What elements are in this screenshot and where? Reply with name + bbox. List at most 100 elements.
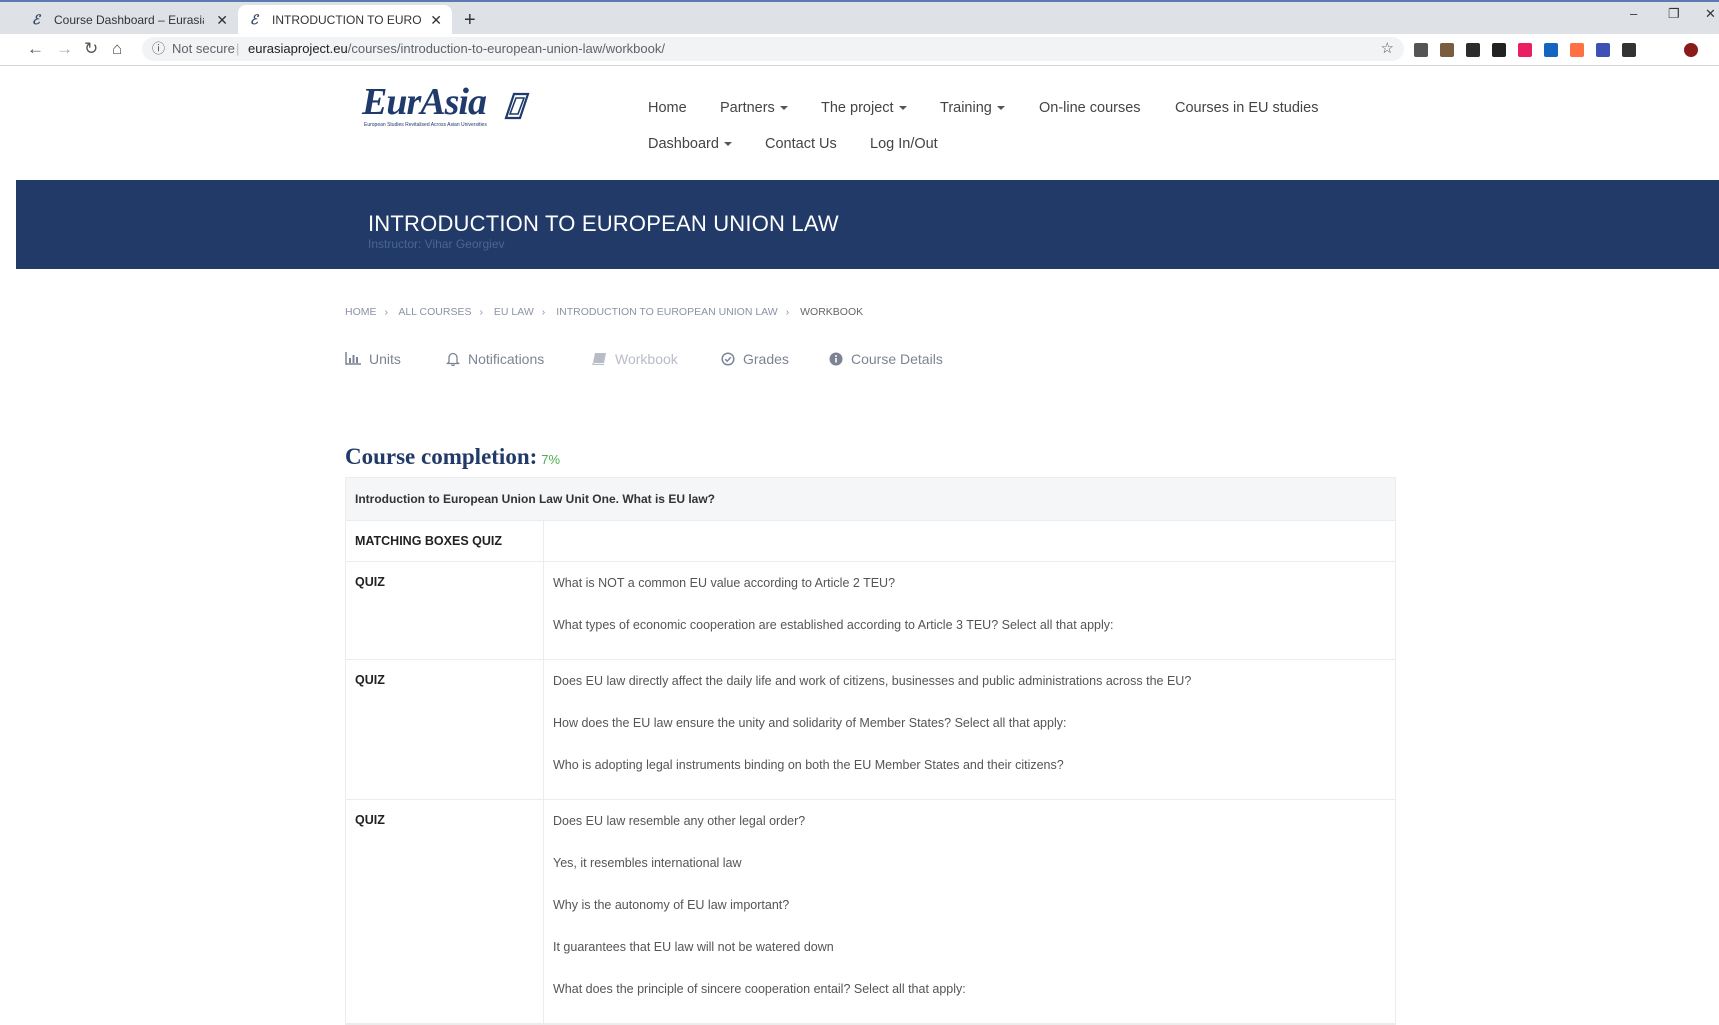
tab-course-details[interactable]: Course Details (829, 351, 943, 367)
notes-icon[interactable] (1622, 43, 1636, 57)
activity-type: QUIZ (346, 800, 544, 1023)
keyboard-icon[interactable] (1466, 43, 1480, 57)
tool-icon[interactable] (1440, 43, 1454, 57)
breadcrumb-eu-law[interactable]: EU LAW (494, 306, 534, 318)
wordpress-icon[interactable] (1414, 43, 1428, 57)
question-item: What types of economic cooperation are e… (553, 618, 1114, 632)
nav-label: The project (821, 100, 894, 116)
table-row: MATCHING BOXES QUIZ (346, 521, 1395, 562)
course-title: INTRODUCTION TO EUROPEAN UNION LAW (368, 211, 839, 236)
office-icon[interactable] (1570, 43, 1584, 57)
breadcrumb-home[interactable]: HOME (345, 306, 377, 318)
breadcrumb-chevron-icon: › (479, 306, 483, 318)
breadcrumb-chevron-icon: › (541, 306, 546, 318)
eurasia-logo[interactable]: EurAsia European Studies Revitalised Acr… (362, 81, 537, 130)
nav-label: Contact Us (765, 136, 837, 152)
nav-label: Partners (720, 100, 775, 116)
logo-subtitle: European Studies Revitalised Across Asia… (364, 122, 487, 128)
forward-arrow-icon[interactable]: → (56, 38, 73, 60)
nav-item-training[interactable]: Training (940, 100, 1005, 116)
home-icon[interactable]: ⌂ (112, 38, 122, 60)
tab-label: Workbook (615, 351, 678, 367)
not-secure-label: Not secure (172, 41, 235, 56)
activity-type: QUIZ (346, 660, 544, 799)
breadcrumb-chevron-icon: › (785, 306, 790, 318)
url-path: /courses/introduction-to-european-union-… (347, 41, 665, 56)
url-input[interactable]: ⓘ Not secure | eurasiaproject.eu/courses… (142, 37, 1404, 61)
question-item: What is NOT a common EU value according … (553, 576, 896, 590)
tab-label: Notifications (468, 351, 545, 367)
screenshot-icon[interactable] (1544, 43, 1558, 57)
completion-label: Course completion: (345, 444, 538, 469)
caret-down-icon (898, 106, 907, 111)
question-list (544, 521, 1395, 561)
nav-label: Training (940, 100, 992, 116)
workbook-rows: MATCHING BOXES QUIZ QUIZ What is NOT a com… (346, 521, 1395, 1024)
nav-item-the-project[interactable]: The project (821, 100, 907, 116)
restore-window-button[interactable]: ❐ (1668, 6, 1680, 22)
browser-tab-title: INTRODUCTION TO EUROPEAN (272, 13, 422, 27)
question-item: Who is adopting legal instruments bindin… (553, 758, 1064, 772)
info-icon[interactable]: ⓘ (152, 37, 165, 61)
nav-item-dashboard[interactable]: Dashboard (648, 136, 732, 152)
tab-notifications[interactable]: Notifications (445, 351, 545, 367)
table-row: QUIZ Does EU law resemble any other legal… (346, 800, 1395, 1024)
nav-label: Dashboard (648, 136, 719, 152)
nav-label: Log In/Out (870, 136, 938, 152)
reload-icon[interactable]: ↻ (84, 38, 98, 60)
extension-icon[interactable] (1596, 43, 1610, 57)
profile-avatar-icon[interactable] (1684, 43, 1698, 57)
logo-text: EurAsia (362, 81, 487, 123)
logo-mark-icon (504, 92, 530, 120)
url-separator: | (236, 41, 240, 56)
question-item: Yes, it resembles international law (553, 856, 742, 870)
bar-chart-icon (345, 351, 361, 367)
question-item: Why is the autonomy of EU law important? (553, 898, 790, 912)
tab-units[interactable]: Units (345, 351, 401, 367)
address-bar-row: ← → ↻ ⌂ ⓘ Not secure | eurasiaproject.eu… (0, 34, 1719, 66)
question-list: What is NOT a common EU value according … (544, 562, 1395, 659)
nav-item-courses-eu-studies[interactable]: Courses in EU studies (1175, 100, 1318, 116)
notion-icon[interactable] (1492, 43, 1506, 57)
question-item: It guarantees that EU law will not be wa… (553, 940, 834, 954)
breadcrumb-course[interactable]: INTRODUCTION TO EUROPEAN UNION LAW (556, 306, 778, 318)
browser-tab-title: Course Dashboard – Eurasia (54, 13, 204, 27)
question-item: How does the EU law ensure the unity and… (553, 716, 1067, 730)
nav-label: Home (648, 100, 687, 116)
unit-title-row: Introduction to European Union Law Unit … (346, 478, 1395, 521)
nav-label: On-line courses (1039, 100, 1141, 116)
tab-grades[interactable]: Grades (721, 351, 789, 367)
close-tab-icon[interactable]: ✕ (430, 5, 442, 36)
counter-icon[interactable] (1518, 43, 1532, 57)
close-window-button[interactable]: ✕ (1705, 6, 1716, 22)
minimize-window-button[interactable]: – (1630, 6, 1637, 21)
browser-tab-introduction[interactable]: ℰ INTRODUCTION TO EUROPEAN ✕ (238, 5, 452, 36)
nav-item-home[interactable]: Home (648, 100, 687, 116)
nav-item-online-courses[interactable]: On-line courses (1039, 100, 1141, 116)
activity-type: MATCHING BOXES QUIZ (346, 521, 544, 561)
bookmark-star-icon[interactable]: ☆ (1381, 37, 1394, 61)
url-domain: eurasiaproject.eu (248, 41, 348, 56)
table-row: QUIZ Does EU law directly affect the dail… (346, 660, 1395, 800)
course-title-banner: INTRODUCTION TO EUROPEAN UNION LAW Instr… (16, 180, 1719, 269)
browser-tab-strip: ℰ Course Dashboard – Eurasia ✕ ℰ INTRODU… (0, 0, 1719, 36)
eurasia-favicon-icon: ℰ (32, 12, 40, 27)
course-completion-heading: Course completion: 7% (345, 444, 560, 470)
tab-label: Units (369, 351, 401, 367)
question-list: Does EU law directly affect the daily li… (544, 660, 1395, 799)
close-tab-icon[interactable]: ✕ (216, 5, 228, 36)
caret-down-icon (723, 142, 732, 147)
new-tab-button[interactable]: + (464, 5, 476, 36)
check-circle-icon (721, 351, 735, 367)
tab-workbook[interactable]: Workbook (592, 351, 678, 367)
info-icon (829, 351, 843, 367)
nav-label: Courses in EU studies (1175, 100, 1319, 116)
nav-item-partners[interactable]: Partners (720, 100, 788, 116)
back-arrow-icon[interactable]: ← (27, 38, 44, 60)
browser-tab-course-dashboard[interactable]: ℰ Course Dashboard – Eurasia ✕ (20, 5, 238, 36)
nav-item-log-in-out[interactable]: Log In/Out (870, 136, 938, 152)
breadcrumb-all-courses[interactable]: ALL COURSES (398, 306, 471, 318)
nav-item-contact-us[interactable]: Contact Us (765, 136, 837, 152)
activity-type: QUIZ (346, 562, 544, 659)
instructor-label: Instructor: Vihar Georgiev (368, 237, 505, 251)
